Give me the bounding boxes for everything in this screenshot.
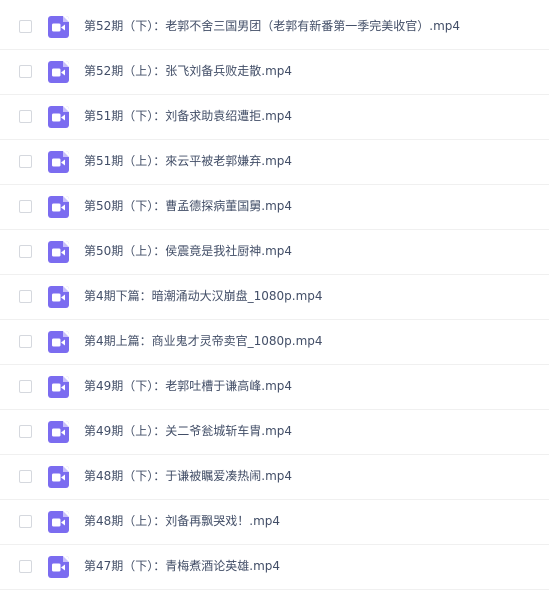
video-file-icon (48, 106, 69, 128)
file-name[interactable]: 第48期（下）：于谦被瞩爱凑热闹.mp4 (84, 468, 292, 484)
file-row[interactable]: 第48期（上）：刘备再飘哭戏！.mp4 (0, 500, 549, 545)
file-row[interactable]: 第50期（下）：曹孟德探病董国舅.mp4 (0, 185, 549, 230)
row-checkbox[interactable] (19, 110, 32, 123)
row-checkbox[interactable] (19, 380, 32, 393)
file-name[interactable]: 第52期（上）：张飞刘备兵败走散.mp4 (84, 63, 292, 79)
row-checkbox[interactable] (19, 425, 32, 438)
row-checkbox[interactable] (19, 560, 32, 573)
row-checkbox[interactable] (19, 20, 32, 33)
video-file-icon (48, 331, 69, 353)
file-name[interactable]: 第4期下篇：暗潮涌动大汉崩盘_1080p.mp4 (84, 288, 323, 304)
file-row[interactable]: 第4期上篇：商业鬼才灵帝卖官_1080p.mp4 (0, 320, 549, 365)
file-name[interactable]: 第50期（下）：曹孟德探病董国舅.mp4 (84, 198, 292, 214)
file-name[interactable]: 第48期（上）：刘备再飘哭戏！.mp4 (84, 513, 280, 529)
video-file-icon (48, 16, 69, 38)
file-row[interactable]: 第4期下篇：暗潮涌动大汉崩盘_1080p.mp4 (0, 275, 549, 320)
file-name[interactable]: 第47期（下）：青梅煮酒论英雄.mp4 (84, 558, 280, 574)
file-row[interactable]: 第52期（上）：张飞刘备兵败走散.mp4 (0, 50, 549, 95)
file-name[interactable]: 第51期（下）：刘备求助袁绍遭拒.mp4 (84, 108, 292, 124)
video-file-icon (48, 466, 69, 488)
row-checkbox[interactable] (19, 335, 32, 348)
video-file-icon (48, 556, 69, 578)
row-checkbox[interactable] (19, 200, 32, 213)
file-name[interactable]: 第49期（上）：关二爷瓮城斩车胄.mp4 (84, 423, 292, 439)
video-file-icon (48, 511, 69, 533)
video-file-icon (48, 376, 69, 398)
file-row[interactable]: 第52期（下）：老郭不舍三国男团（老郭有新番第一季完美收官）.mp4 (0, 5, 549, 50)
file-row[interactable]: 第51期（下）：刘备求助袁绍遭拒.mp4 (0, 95, 549, 140)
file-name[interactable]: 第49期（下）：老郭吐槽于谦高峰.mp4 (84, 378, 292, 394)
file-list: 第52期（下）：老郭不舍三国男团（老郭有新番第一季完美收官）.mp4 第52期（… (0, 0, 549, 591)
file-name[interactable]: 第51期（上）：來云平被老郭嫌弃.mp4 (84, 153, 292, 169)
row-checkbox[interactable] (19, 65, 32, 78)
row-checkbox[interactable] (19, 470, 32, 483)
file-row[interactable]: 第50期（上）：侯震竟是我社厨神.mp4 (0, 230, 549, 275)
video-file-icon (48, 61, 69, 83)
file-row[interactable]: 第51期（上）：來云平被老郭嫌弃.mp4 (0, 140, 549, 185)
row-checkbox[interactable] (19, 290, 32, 303)
file-row[interactable]: 第49期（上）：关二爷瓮城斩车胄.mp4 (0, 410, 549, 455)
file-row[interactable]: 第48期（下）：于谦被瞩爱凑热闹.mp4 (0, 455, 549, 500)
row-checkbox[interactable] (19, 515, 32, 528)
row-checkbox[interactable] (19, 155, 32, 168)
file-name[interactable]: 第4期上篇：商业鬼才灵帝卖官_1080p.mp4 (84, 333, 323, 349)
video-file-icon (48, 241, 69, 263)
file-name[interactable]: 第50期（上）：侯震竟是我社厨神.mp4 (84, 243, 292, 259)
video-file-icon (48, 286, 69, 308)
video-file-icon (48, 421, 69, 443)
file-row[interactable]: 第49期（下）：老郭吐槽于谦高峰.mp4 (0, 365, 549, 410)
video-file-icon (48, 196, 69, 218)
file-row[interactable]: 第47期（下）：青梅煮酒论英雄.mp4 (0, 545, 549, 590)
file-name[interactable]: 第52期（下）：老郭不舍三国男团（老郭有新番第一季完美收官）.mp4 (84, 18, 460, 34)
video-file-icon (48, 151, 69, 173)
row-checkbox[interactable] (19, 245, 32, 258)
